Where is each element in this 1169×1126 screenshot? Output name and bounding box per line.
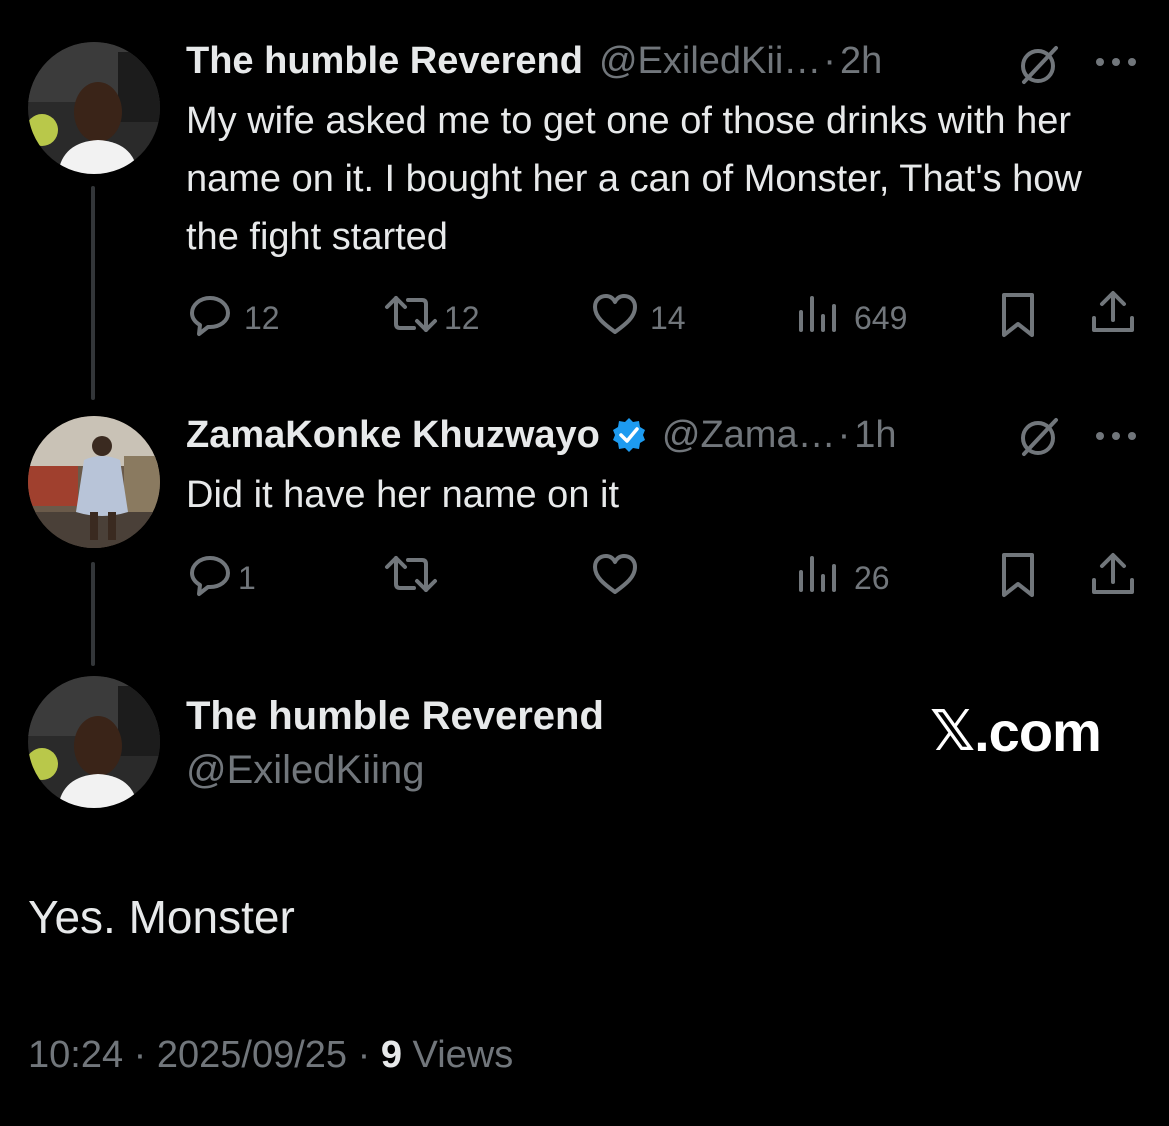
reply-icon — [186, 550, 234, 606]
author-name[interactable]: The humble Reverend — [186, 38, 583, 84]
views-count: 9 — [380, 1034, 402, 1076]
tweet-meta: 10:24 · 2025/09/25 · 9 Views — [28, 1034, 513, 1077]
reply-count: 1 — [238, 559, 256, 596]
author-name[interactable]: The humble Reverend — [186, 694, 604, 739]
separator: · — [823, 40, 836, 82]
bookmark-button[interactable] — [996, 290, 1040, 348]
views-icon — [796, 550, 840, 606]
separator: · — [837, 414, 851, 456]
repost-icon — [384, 290, 438, 346]
like-count: 14 — [650, 299, 686, 336]
bookmark-icon — [996, 550, 1040, 608]
thread-line — [91, 562, 95, 666]
tweet-text: Did it have her name on it — [186, 474, 620, 516]
grok-icon[interactable] — [1016, 42, 1062, 93]
like-button[interactable] — [590, 550, 650, 606]
reply-icon — [186, 290, 234, 346]
repost-count: 12 — [444, 299, 480, 336]
grok-icon[interactable] — [1016, 414, 1062, 465]
avatar[interactable] — [28, 42, 160, 174]
author-handle[interactable]: @Zama… — [662, 412, 836, 458]
like-icon — [590, 550, 640, 606]
x-logo-icon: 𝕏 — [930, 699, 975, 762]
x-logo-watermark: 𝕏 .com — [930, 698, 1102, 764]
views-label: Views — [412, 1034, 514, 1076]
share-icon — [1088, 288, 1138, 346]
share-button[interactable] — [1088, 550, 1138, 608]
watermark-text: .com — [974, 699, 1102, 763]
reply-button[interactable]: 1 — [186, 550, 256, 606]
author-name[interactable]: ZamaKonke Khuzwayo — [186, 412, 600, 458]
avatar[interactable] — [28, 676, 160, 808]
reply-button[interactable]: 12 — [186, 290, 280, 346]
views-button[interactable]: 26 — [796, 550, 890, 606]
separator: · — [357, 1034, 371, 1076]
verified-badge-icon — [610, 416, 648, 454]
tweet-text: Yes. Monster — [28, 891, 295, 943]
share-button[interactable] — [1088, 288, 1138, 346]
repost-icon — [384, 550, 438, 606]
views-icon — [796, 290, 840, 346]
author-handle[interactable]: @ExiledKiing — [186, 748, 425, 793]
timestamp[interactable]: 1h — [854, 412, 896, 458]
share-icon — [1088, 550, 1138, 608]
repost-button[interactable] — [384, 550, 448, 606]
avatar[interactable] — [28, 416, 160, 548]
reply-count: 12 — [244, 299, 280, 336]
bookmark-icon — [996, 290, 1040, 348]
views-button[interactable]: 649 — [796, 290, 907, 346]
post-date[interactable]: 2025/09/25 — [157, 1034, 347, 1076]
more-icon[interactable] — [1094, 426, 1138, 451]
views-count: 649 — [854, 299, 908, 336]
tweet-text: My wife asked me to get one of those dri… — [186, 100, 1082, 258]
separator: · — [133, 1034, 147, 1076]
bookmark-button[interactable] — [996, 550, 1040, 608]
thread-line — [91, 186, 95, 400]
author-handle[interactable]: @ExiledKii… — [599, 38, 821, 84]
like-icon — [590, 290, 640, 346]
like-button[interactable]: 14 — [590, 290, 686, 346]
repost-button[interactable]: 12 — [384, 290, 480, 346]
views-count: 26 — [854, 559, 890, 596]
post-time[interactable]: 10:24 — [28, 1034, 123, 1076]
timestamp[interactable]: 2h — [840, 38, 882, 84]
more-icon[interactable] — [1094, 52, 1138, 77]
